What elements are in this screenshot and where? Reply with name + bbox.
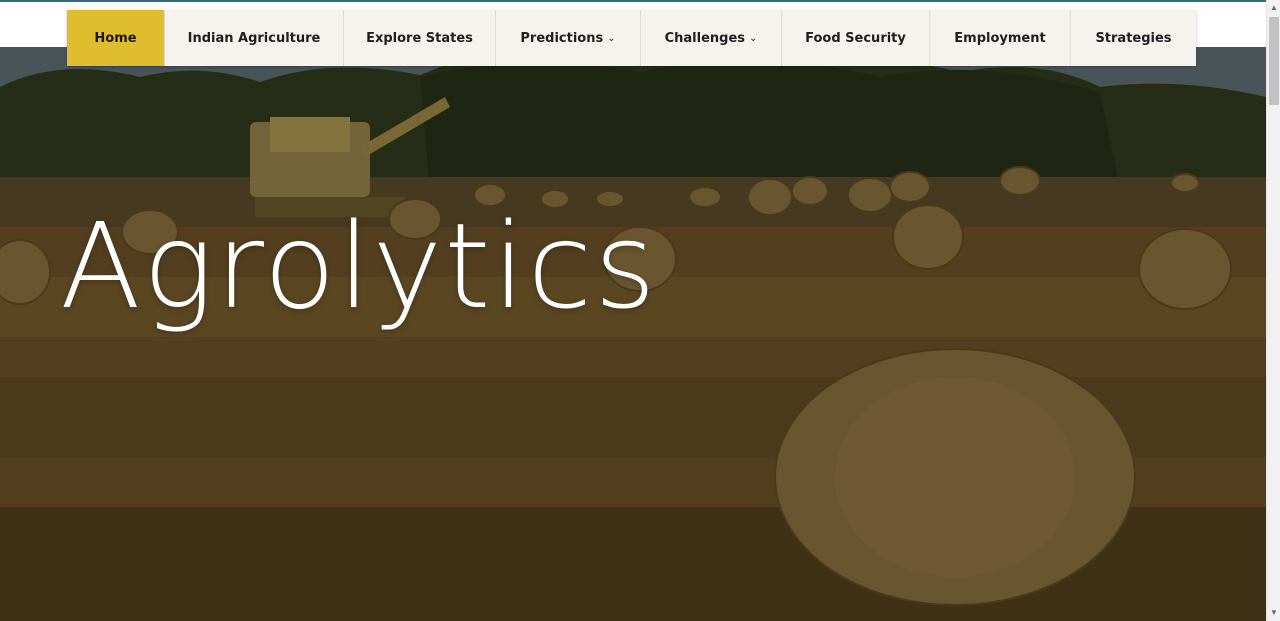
- nav-explore-states-label: Explore States: [366, 30, 473, 46]
- nav-home[interactable]: Home: [67, 10, 165, 66]
- scroll-up-arrow-icon[interactable]: ▲: [1267, 0, 1280, 16]
- top-accent-strip: [0, 0, 1280, 2]
- nav-predictions[interactable]: Predictions ⌄: [496, 10, 641, 66]
- nav-employment-label: Employment: [954, 30, 1046, 46]
- scroll-down-arrow-icon[interactable]: ▼: [1267, 605, 1280, 621]
- nav-predictions-label: Predictions: [520, 30, 604, 46]
- nav-explore-states[interactable]: Explore States: [344, 10, 496, 66]
- nav-home-label: Home: [94, 30, 137, 46]
- scrollbar-thumb[interactable]: [1269, 17, 1279, 105]
- nav-food-security[interactable]: Food Security: [782, 10, 930, 66]
- chevron-down-icon: ⌄: [749, 32, 758, 44]
- hero-title: Agrolytics: [60, 197, 658, 335]
- main-navbar: Home Indian Agriculture Explore States P…: [67, 10, 1196, 66]
- nav-indian-agriculture[interactable]: Indian Agriculture: [165, 10, 344, 66]
- hero-banner: Agrolytics: [0, 47, 1266, 621]
- nav-challenges[interactable]: Challenges ⌄: [641, 10, 782, 66]
- vertical-scrollbar[interactable]: ▲ ▼: [1266, 0, 1280, 621]
- nav-challenges-label: Challenges: [664, 30, 746, 46]
- nav-strategies[interactable]: Strategies: [1071, 10, 1196, 66]
- nav-indian-agriculture-label: Indian Agriculture: [187, 30, 321, 46]
- nav-food-security-label: Food Security: [805, 30, 906, 46]
- nav-employment[interactable]: Employment: [930, 10, 1071, 66]
- chevron-down-icon: ⌄: [607, 32, 616, 44]
- nav-strategies-label: Strategies: [1095, 30, 1172, 46]
